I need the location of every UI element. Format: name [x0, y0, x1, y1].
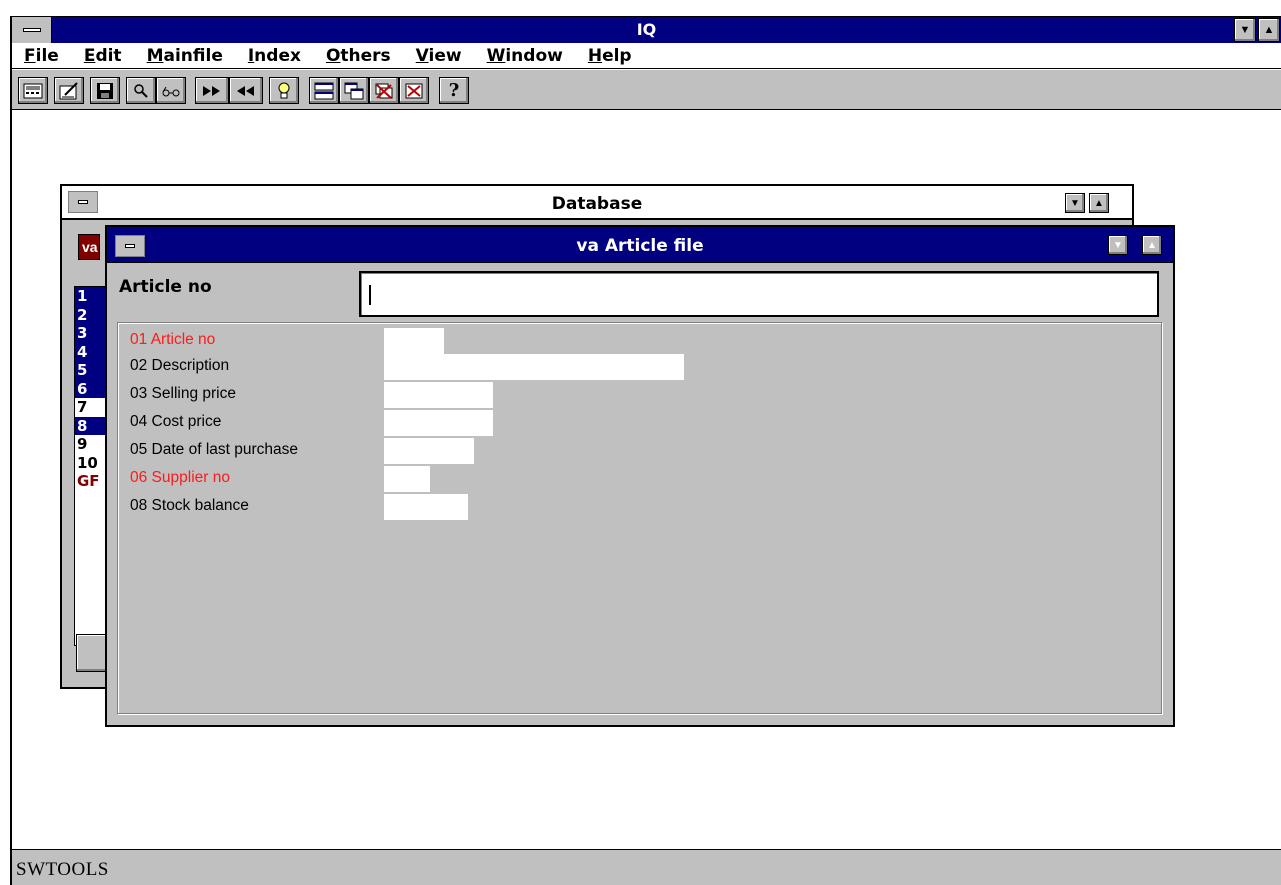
help-button[interactable]: ?	[439, 77, 469, 104]
menu-view[interactable]: View	[416, 46, 462, 66]
field-description[interactable]	[384, 354, 684, 380]
menu-file[interactable]: File	[24, 46, 59, 66]
article-fields-panel: 01 Article no 02 Description 03 Selling …	[117, 322, 1162, 714]
help-question-icon: ?	[448, 80, 460, 101]
field-label-date-last-purchase: 05 Date of last purchase	[130, 441, 299, 458]
cascade-windows-button[interactable]	[339, 77, 369, 104]
article-window: va Article file ▼ ▲ Article no 01 Articl…	[105, 225, 1175, 727]
close-all-button[interactable]	[369, 77, 399, 104]
database-title: Database	[551, 194, 643, 214]
article-maximize-button[interactable]: ▲	[1142, 235, 1162, 255]
calculator-button[interactable]	[18, 77, 48, 104]
field-label-cost-price: 04 Cost price	[130, 413, 222, 430]
save-icon	[97, 82, 113, 99]
field-date-last-purchase[interactable]	[384, 438, 474, 464]
minimize-arrow-icon: ▼	[1113, 239, 1123, 251]
article-title: va Article file	[576, 236, 704, 256]
status-text: SWTOOLS	[16, 859, 109, 880]
view-button[interactable]	[156, 77, 186, 104]
tile-icon	[314, 82, 334, 99]
field-label-supplier-no: 06 Supplier no	[130, 469, 230, 486]
calculator-icon	[23, 83, 43, 98]
forward-icon	[203, 85, 220, 96]
article-minimize-button[interactable]: ▼	[1108, 235, 1128, 255]
edit-form-icon	[59, 81, 78, 99]
text-caret	[369, 285, 371, 305]
menu-index[interactable]: Index	[248, 46, 301, 66]
close-window-button[interactable]	[399, 77, 429, 104]
save-button[interactable]	[90, 77, 120, 104]
field-label-stock-balance: 08 Stock balance	[130, 497, 249, 514]
search-button[interactable]	[126, 77, 156, 104]
app-titlebar: IQ ▼ ▲	[12, 17, 1281, 43]
glasses-icon	[162, 86, 180, 96]
menu-window[interactable]: Window	[487, 46, 563, 66]
article-titlebar: va Article file ▼ ▲	[107, 227, 1173, 263]
field-label-article-no: 01 Article no	[130, 331, 216, 348]
article-no-field[interactable]	[359, 271, 1159, 317]
close-box-icon	[405, 83, 423, 98]
menu-edit[interactable]: Edit	[84, 46, 122, 66]
field-label-selling-price: 03 Selling price	[130, 385, 236, 402]
hint-button[interactable]	[269, 77, 299, 104]
maximize-arrow-icon: ▲	[1094, 197, 1104, 209]
menu-bar: File Edit Mainfile Index Others View Win…	[12, 43, 1281, 69]
maximize-arrow-icon: ▲	[1147, 239, 1157, 251]
back-icon	[237, 85, 254, 96]
menu-mainfile[interactable]: Mainfile	[147, 46, 223, 66]
tile-windows-button[interactable]	[309, 77, 339, 104]
database-titlebar: Database ▼ ▲	[62, 186, 1132, 220]
cascade-icon	[344, 82, 364, 99]
menu-others[interactable]: Others	[326, 46, 391, 66]
lightbulb-icon	[278, 82, 290, 98]
minimize-arrow-icon: ▼	[1239, 24, 1251, 36]
field-supplier-no[interactable]	[384, 466, 430, 492]
maximize-arrow-icon: ▲	[1263, 24, 1275, 36]
search-icon	[134, 83, 148, 98]
previous-button[interactable]	[229, 77, 263, 104]
app-minimize-button[interactable]: ▼	[1234, 18, 1256, 42]
database-minimize-button[interactable]: ▼	[1065, 193, 1085, 213]
toolbar: ?	[12, 70, 1281, 110]
field-cost-price[interactable]	[384, 410, 493, 436]
menu-help[interactable]: Help	[588, 46, 632, 66]
article-no-label: Article no	[119, 277, 212, 297]
field-selling-price[interactable]	[384, 382, 493, 408]
close-red-icon	[375, 83, 393, 99]
app-maximize-button[interactable]: ▲	[1258, 18, 1280, 42]
field-label-description: 02 Description	[130, 357, 230, 374]
article-no-input[interactable]	[373, 281, 1153, 309]
status-bar: SWTOOLS	[12, 849, 1281, 885]
next-button[interactable]	[195, 77, 229, 104]
minimize-arrow-icon: ▼	[1070, 197, 1080, 209]
database-badge[interactable]: va	[78, 234, 100, 260]
field-stock-balance[interactable]	[384, 494, 468, 520]
database-maximize-button[interactable]: ▲	[1089, 193, 1109, 213]
app-title: IQ	[636, 20, 657, 39]
field-article-no[interactable]	[384, 328, 444, 354]
edit-form-button[interactable]	[54, 77, 84, 104]
